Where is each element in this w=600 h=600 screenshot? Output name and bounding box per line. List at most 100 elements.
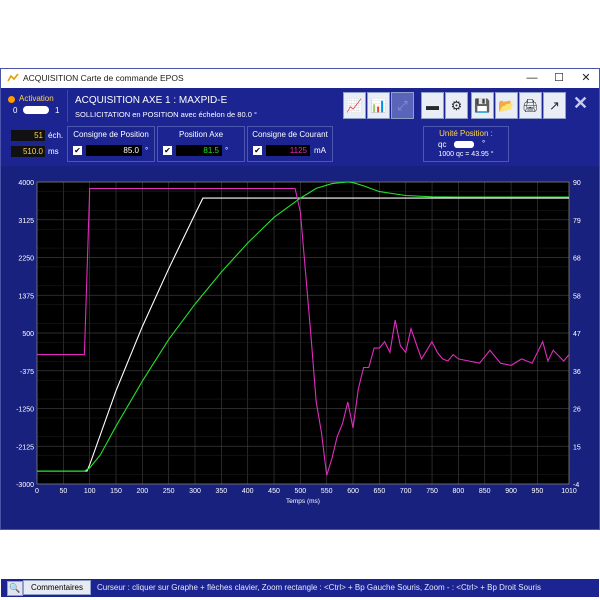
x-tick-label: 700 <box>400 488 412 495</box>
y-left-tick-label: 500 <box>22 331 34 338</box>
unite-conversion: 1000 qc = 43.95 ° <box>438 151 494 158</box>
y-right-tick-label: 26 <box>573 407 581 414</box>
acquisition-title: ACQUISITION AXE 1 : MAXPID-E <box>75 95 228 106</box>
chart-edit-icon: 📈 <box>346 97 363 113</box>
comments-button[interactable]: Commentaires <box>23 580 91 595</box>
y-right-tick-label: 47 <box>573 331 581 338</box>
header-divider <box>67 90 68 122</box>
consigne-position-value: 85.0 <box>86 145 142 156</box>
position-axe-checkbox[interactable]: ✔ <box>163 146 172 155</box>
y-left-tick-label: -3000 <box>16 482 34 489</box>
activation-led-icon <box>8 96 15 103</box>
position-axe-value: 81.5 <box>176 145 222 156</box>
period-unit: ms <box>48 147 59 156</box>
x-tick-label: 100 <box>84 488 96 495</box>
position-axe-unit: ° <box>225 146 229 155</box>
consigne-position-label: Consigne de Position <box>73 130 149 139</box>
open-folder-button[interactable]: 📂 <box>495 92 518 119</box>
y-left-tick-label: -2125 <box>16 444 34 451</box>
y-right-tick-label: 36 <box>573 369 581 376</box>
x-tick-label: 750 <box>426 488 438 495</box>
chart-color-icon: 📊 <box>370 97 387 113</box>
x-tick-label: 800 <box>453 488 465 495</box>
acquisition-chart[interactable]: 0 50 100 150 200 250 300 350 400 450 500 550 600 650 7… <box>1 171 599 509</box>
y-right-tick-label: -4 <box>573 482 579 489</box>
y-left-tick-label: -1250 <box>16 407 34 414</box>
x-tick-label: 250 <box>163 488 175 495</box>
battery-icon: ▬ <box>426 98 439 113</box>
activation-label: Activation <box>19 94 54 103</box>
battery-button[interactable]: ▬ <box>421 92 444 119</box>
unite-degree-label: ° <box>482 139 486 148</box>
chart-svg[interactable]: 0 50 100 150 200 250 300 350 400 450 500 550 600 650 7… <box>1 171 599 509</box>
y-right-tick-label: 15 <box>573 444 581 451</box>
chart-color-button[interactable]: 📊 <box>367 92 390 119</box>
x-tick-label: 500 <box>295 488 307 495</box>
unite-qc-label: qc <box>438 140 447 149</box>
title-bar: ACQUISITION Carte de commande EPOS — ☐ ✕ <box>1 69 599 88</box>
x-tick-label: 950 <box>532 488 544 495</box>
gears-icon: ⚙ <box>450 97 463 113</box>
cursor-hint: Curseur : cliquer sur Graphe + flèches c… <box>97 583 541 592</box>
consigne-position-checkbox[interactable]: ✔ <box>73 146 82 155</box>
x-tick-label: 1010 <box>561 488 577 495</box>
open-folder-icon: 📂 <box>498 97 515 113</box>
x-tick-label: 150 <box>110 488 122 495</box>
period-value: 510.0 <box>11 146 45 157</box>
minimize-button[interactable]: — <box>519 69 545 88</box>
chart-edit-button[interactable]: 📈 <box>343 92 366 119</box>
maximize-button[interactable]: ☐ <box>546 69 572 88</box>
close-icon[interactable]: ✕ <box>573 93 588 114</box>
gears-button[interactable]: ⚙ <box>445 92 468 119</box>
x-tick-label: 650 <box>374 488 386 495</box>
x-tick-label: 350 <box>216 488 228 495</box>
samples-unit: éch. <box>48 131 64 140</box>
activation-on-label: 1 <box>55 106 60 115</box>
x-axis-label: Temps (ms) <box>286 498 320 505</box>
close-window-button[interactable]: ✕ <box>573 69 599 88</box>
y-left-tick-label: 4000 <box>18 180 34 187</box>
print-button[interactable]: 🖨 <box>519 92 542 119</box>
consigne-courant-value: 1125 <box>266 145 310 156</box>
window-title: ACQUISITION Carte de commande EPOS <box>23 73 184 83</box>
consigne-position-panel: Consigne de Position ✔ 85.0 ° <box>67 126 155 162</box>
consigne-courant-label: Consigne de Courant <box>252 130 328 139</box>
y-left-tick-label: 1375 <box>18 293 34 300</box>
position-axe-panel: Position Axe ✔ 81.5 ° <box>157 126 245 162</box>
x-tick-label: 200 <box>137 488 149 495</box>
y-left-tick-label: 2250 <box>18 256 34 263</box>
unite-position-toggle[interactable] <box>454 141 474 148</box>
save-button[interactable]: 💾 <box>471 92 494 119</box>
activation-off-label: 0 <box>13 106 18 115</box>
x-tick-label: 400 <box>242 488 254 495</box>
y-left-tick-label: 3125 <box>18 218 34 225</box>
app-window: ACQUISITION Carte de commande EPOS — ☐ ✕… <box>0 68 600 597</box>
x-tick-label: 300 <box>189 488 201 495</box>
y-right-tick-label: 68 <box>573 256 581 263</box>
acquisition-subtitle: SOLLICITATION en POSITION avec échelon d… <box>75 110 257 119</box>
export-button[interactable]: ↗ <box>543 92 566 119</box>
save-icon: 💾 <box>474 97 491 113</box>
consigne-courant-unit: mA <box>314 146 326 155</box>
unite-position-panel: Unité Position : qc ° 1000 qc = 43.95 ° <box>423 126 509 162</box>
activation-toggle[interactable] <box>23 106 49 114</box>
print-icon: 🖨 <box>522 97 539 113</box>
y-right-tick-label: 58 <box>573 293 581 300</box>
chart-disabled-icon: ⤢ <box>397 97 408 113</box>
y-right-tick-label: 79 <box>573 218 581 225</box>
x-tick-label: 550 <box>321 488 333 495</box>
x-tick-label: 0 <box>35 488 39 495</box>
x-tick-label: 450 <box>268 488 280 495</box>
consigne-courant-panel: Consigne de Courant ✔ 1125 mA <box>247 126 333 162</box>
export-icon: ↗ <box>549 97 560 113</box>
consigne-position-unit: ° <box>145 146 149 155</box>
x-tick-label: 50 <box>59 488 67 495</box>
y-right-tick-label: 90 <box>573 180 581 187</box>
position-axe-label: Position Axe <box>178 130 224 139</box>
unite-position-title: Unité Position : <box>439 129 493 138</box>
chart-disabled-button[interactable]: ⤢ <box>391 92 414 119</box>
magnifier-icon[interactable]: 🔍 <box>7 581 23 596</box>
samples-count: 51 <box>11 130 45 141</box>
consigne-courant-checkbox[interactable]: ✔ <box>253 146 262 155</box>
x-tick-label: 600 <box>347 488 359 495</box>
